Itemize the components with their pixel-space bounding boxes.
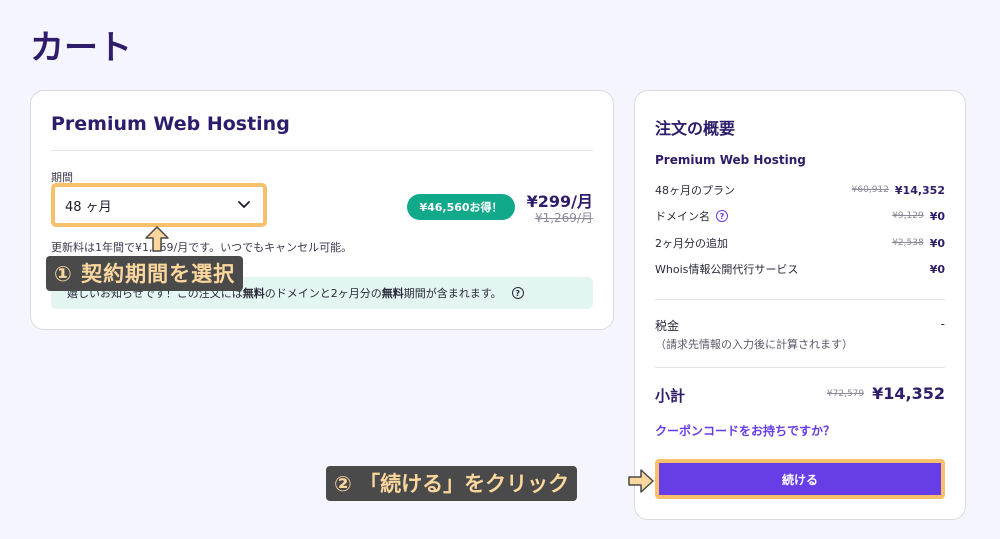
order-summary-card: 注文の概要 Premium Web Hosting 48ヶ月のプラン ¥60,9… — [634, 90, 966, 520]
divider — [655, 299, 945, 300]
continue-button[interactable]: 続ける — [655, 459, 945, 499]
tax-value: - — [940, 317, 945, 331]
divider — [655, 367, 945, 368]
summary-row-original: ¥2,538 — [892, 238, 924, 248]
summary-title: 注文の概要 — [655, 119, 736, 138]
summary-row-original: ¥9,129 — [892, 211, 924, 221]
banner-bold-free-2: 無料 — [381, 287, 404, 300]
help-icon[interactable]: ? — [511, 287, 524, 299]
tax-note: （請求先情報の入力後に計算されます） — [655, 338, 853, 351]
subtotal-original: ¥72,579 — [826, 388, 865, 399]
chevron-down-icon — [237, 196, 251, 215]
summary-row-amount: ¥0 — [929, 262, 945, 276]
plan-card: Premium Web Hosting 期間 48 ヶ月 ¥46,560お得！ … — [30, 90, 614, 330]
summary-row-amount: ¥0 — [929, 209, 945, 223]
annotation-step1: ① 契約期間を選択 — [46, 256, 244, 291]
renewal-note: 更新料は1年間で¥1,269/月です。いつでもキャンセル可能。 — [51, 241, 353, 254]
summary-row: Whois情報公開代行サービス ¥0 — [655, 261, 945, 277]
arrow-right-icon — [627, 468, 655, 494]
summary-row: 48ヶ月のプラン ¥60,912 ¥14,352 — [655, 182, 945, 198]
summary-row-label: 48ヶ月のプラン — [655, 184, 735, 197]
banner-text-mid: のドメインと2ヶ月分の — [264, 287, 382, 300]
price-original: ¥1,269/月 — [534, 211, 593, 225]
summary-row-label: Whois情報公開代行サービス — [655, 263, 799, 276]
divider — [51, 150, 593, 151]
annotation-step2: ② 「続ける」をクリック — [326, 466, 578, 501]
period-select[interactable]: 48 ヶ月 — [51, 183, 267, 227]
summary-plan-name: Premium Web Hosting — [655, 153, 806, 167]
savings-badge: ¥46,560お得！ — [407, 194, 515, 220]
banner-bold-free-1: 無料 — [242, 287, 265, 300]
arrow-up-icon — [144, 225, 170, 253]
summary-row: ドメイン名 ? ¥9,129 ¥0 — [655, 208, 945, 224]
subtotal-label: 小計 — [655, 387, 686, 405]
period-select-value: 48 ヶ月 — [65, 199, 112, 215]
page-title: カート — [30, 28, 132, 68]
help-icon[interactable]: ? — [716, 210, 728, 222]
tax-label: 税金 — [655, 319, 680, 333]
subtotal-amount: ¥14,352 — [872, 384, 945, 403]
banner-text-post: 期間が含まれます。 — [403, 287, 502, 300]
coupon-link[interactable]: クーポンコードをお持ちですか？ — [655, 422, 835, 439]
summary-row-amount: ¥14,352 — [894, 183, 945, 197]
summary-row: 2ヶ月分の追加 ¥2,538 ¥0 — [655, 235, 945, 251]
summary-row-label: ドメイン名 — [655, 210, 710, 223]
plan-title: Premium Web Hosting — [51, 113, 290, 135]
summary-row-amount: ¥0 — [929, 236, 945, 250]
summary-row-label: 2ヶ月分の追加 — [655, 237, 728, 250]
summary-row-original: ¥60,912 — [851, 185, 889, 195]
